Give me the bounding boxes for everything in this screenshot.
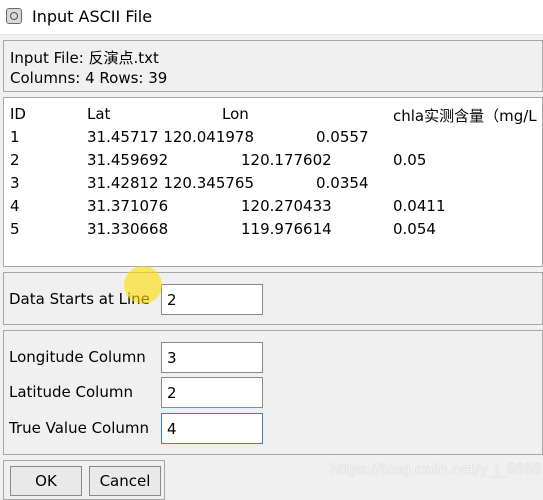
latitude-column-label: Latitude Column: [9, 383, 133, 401]
column-settings-panel: Longitude Column Latitude Column True Va…: [3, 330, 543, 455]
header-id: ID: [10, 105, 26, 123]
longitude-column-label: Longitude Column: [9, 348, 146, 366]
window-title: Input ASCII File: [32, 7, 153, 26]
row-4-lat: 31.371076: [87, 197, 169, 215]
row-3-id: 3: [10, 174, 20, 192]
row-4-id: 4: [10, 197, 20, 215]
cancel-button[interactable]: Cancel: [89, 466, 161, 496]
header-lon: Lon: [222, 105, 249, 123]
watermark-text: https://blog.csdn.net/y_j_6666: [330, 462, 542, 478]
row-1-id: 1: [10, 128, 20, 146]
app-icon: [6, 8, 22, 24]
row-2-lat: 31.459692: [87, 151, 169, 169]
row-2-lon: 120.177602: [241, 151, 332, 169]
cursor-highlight: [124, 266, 162, 304]
row-4-chla: 0.0411: [393, 197, 446, 215]
row-3-lat-lon: 31.42812 120.345765: [87, 174, 254, 192]
ok-button[interactable]: OK: [10, 466, 82, 496]
data-start-panel: Data Starts at Line: [3, 272, 543, 325]
true-value-column-input[interactable]: [161, 413, 263, 444]
longitude-column-input[interactable]: [161, 342, 263, 373]
row-5-lat: 31.330668: [87, 220, 169, 238]
row-5-chla: 0.054: [393, 220, 436, 238]
row-5-lon: 119.976614: [241, 220, 332, 238]
row-2-chla: 0.05: [393, 151, 427, 169]
title-bar: Input ASCII File: [0, 0, 543, 35]
row-5-id: 5: [10, 220, 20, 238]
file-info-panel: Input File: 反演点.txt Columns: 4 Rows: 39: [3, 40, 543, 92]
row-1-chla: 0.0557: [316, 128, 369, 146]
true-value-column-label: True Value Column: [9, 419, 150, 437]
row-3-chla: 0.0354: [316, 174, 369, 192]
header-lat: Lat: [87, 105, 111, 123]
row-4-lon: 120.270433: [241, 197, 332, 215]
row-2-id: 2: [10, 151, 20, 169]
header-chla: chla实测含量（mg/L: [393, 107, 537, 125]
file-preview[interactable]: ID Lat Lon chla实测含量（mg/L 1 31.45717 120.…: [3, 97, 543, 267]
input-file-label: Input File: 反演点.txt: [10, 49, 159, 67]
data-starts-input[interactable]: [161, 284, 263, 315]
columns-rows-label: Columns: 4 Rows: 39: [10, 69, 168, 87]
latitude-column-input[interactable]: [161, 377, 263, 408]
row-1-lat-lon: 31.45717 120.041978: [87, 128, 254, 146]
